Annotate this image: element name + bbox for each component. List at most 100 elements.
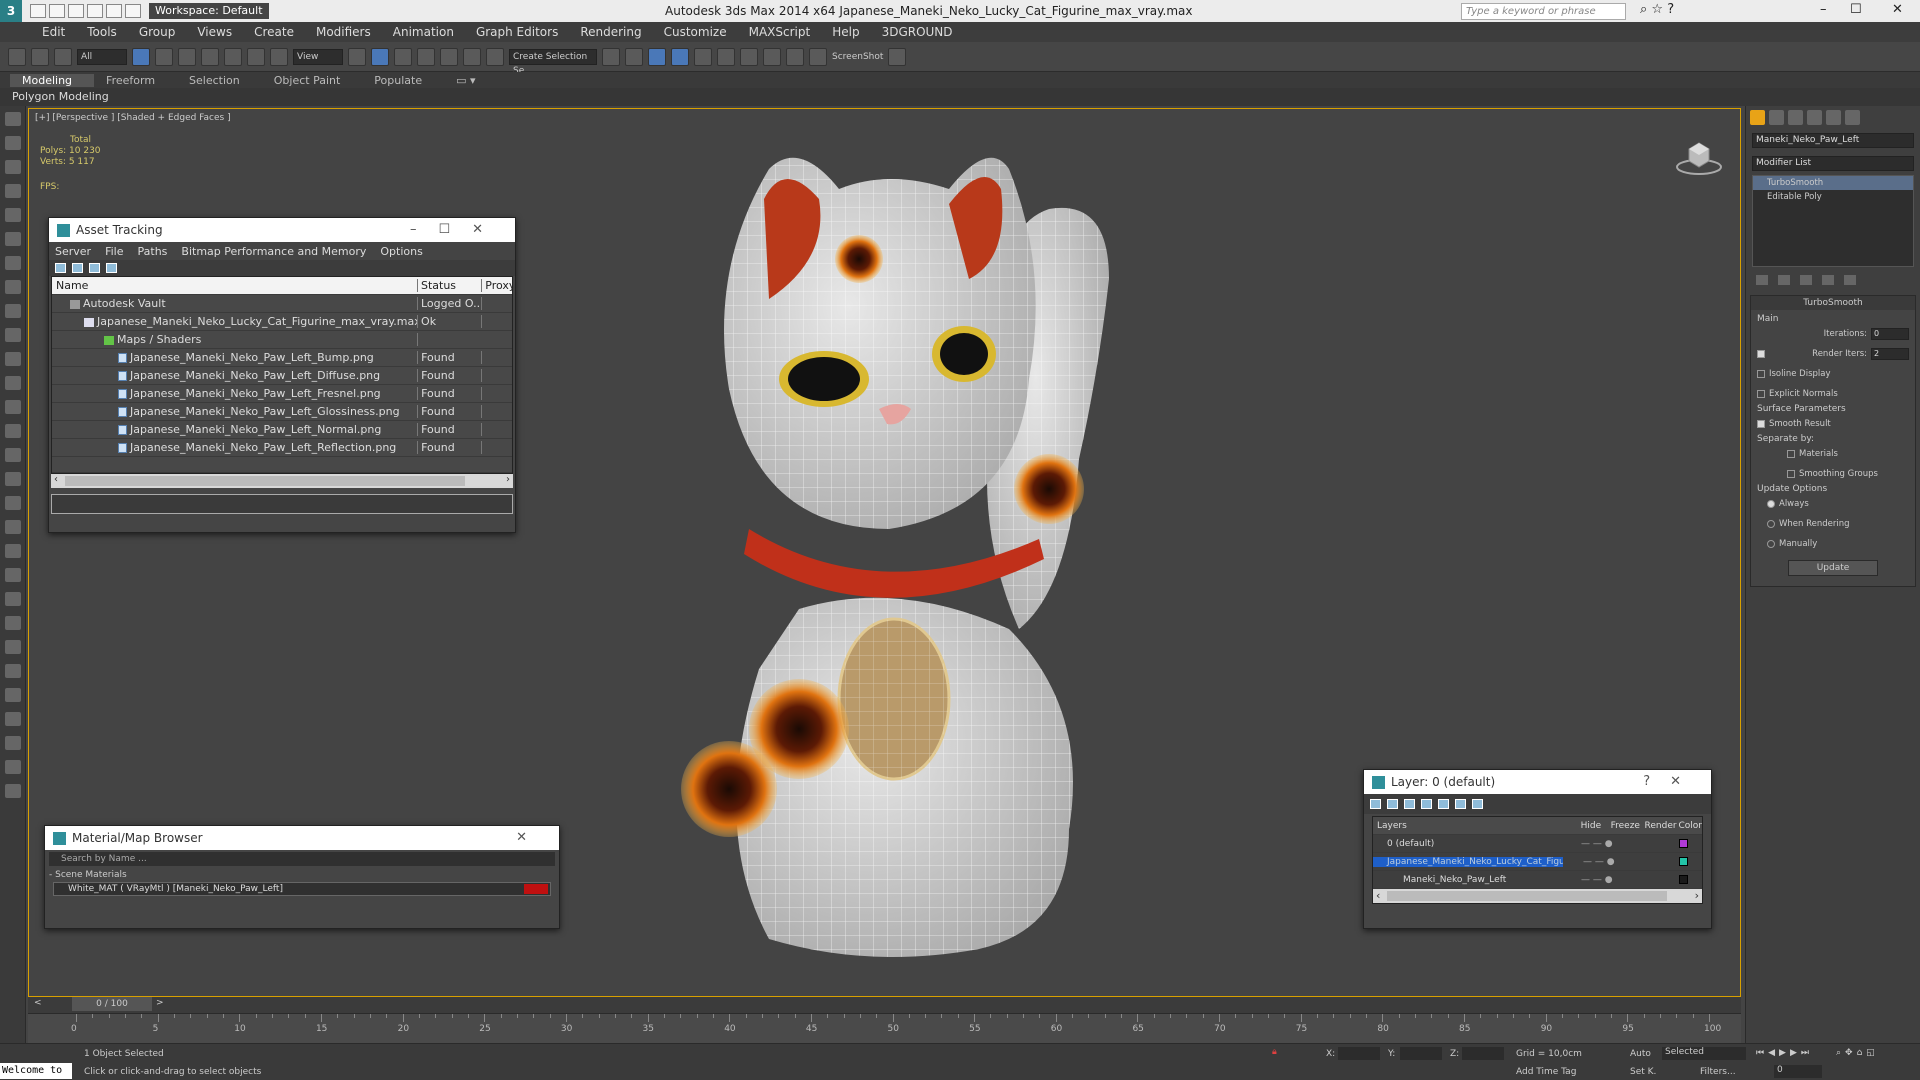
layer-scroll-left-icon[interactable]: ‹	[1376, 889, 1380, 902]
render-iters-checkbox[interactable]	[1757, 350, 1765, 358]
mirror-icon[interactable]	[602, 47, 620, 66]
align-icon[interactable]	[625, 47, 643, 66]
rotate-icon[interactable]	[247, 47, 265, 66]
update-button[interactable]: Update	[1788, 560, 1878, 576]
at-menu-options[interactable]: Options	[380, 245, 422, 258]
table-row[interactable]: Japanese_Maneki_Neko_Paw_Left_Fresnel.pn…	[52, 385, 512, 403]
layer-col-freeze[interactable]: Freeze	[1611, 821, 1645, 831]
menu-views[interactable]: Views	[197, 25, 232, 39]
layer-scroll-thumb[interactable]	[1387, 891, 1667, 901]
layer-color-swatch[interactable]	[1679, 839, 1688, 848]
table-view-icon[interactable]	[89, 263, 100, 273]
at-menu-paths[interactable]: Paths	[138, 245, 168, 258]
menu-rendering[interactable]: Rendering	[580, 25, 641, 39]
current-frame-field[interactable]: 0	[1774, 1065, 1822, 1078]
schematic-view-icon[interactable]	[717, 47, 735, 66]
named-selection-dropdown[interactable]: Create Selection Se	[509, 48, 597, 76]
material-browser-close-icon[interactable]: ✕	[516, 830, 549, 845]
at-menu-server[interactable]: Server	[55, 245, 91, 258]
table-row[interactable]: Maps / Shaders	[52, 331, 512, 349]
tool-7-icon[interactable]	[5, 256, 21, 270]
tool-28-icon[interactable]	[5, 760, 21, 774]
render-iters-spinner[interactable]: 2	[1871, 348, 1909, 360]
tool-12-icon[interactable]	[5, 376, 21, 390]
layer-scroll-right-icon[interactable]: ›	[1695, 889, 1699, 902]
layer-manager-icon[interactable]	[648, 47, 666, 66]
tab-selection[interactable]: Selection	[177, 74, 262, 87]
scene-materials-section[interactable]: - Scene Materials	[49, 870, 555, 880]
tool-5-icon[interactable]	[5, 208, 21, 222]
iterations-spinner[interactable]: 0	[1871, 328, 1909, 340]
column-status[interactable]: Status	[418, 279, 483, 292]
window-crossing-icon[interactable]	[201, 47, 219, 66]
layer-row[interactable]: Maneki_Neko_Paw_Left — — ●	[1373, 871, 1702, 889]
y-field[interactable]	[1400, 1047, 1442, 1060]
link-icon[interactable]	[8, 47, 26, 66]
menu-modifiers[interactable]: Modifiers	[316, 25, 371, 39]
hierarchy-tab-icon[interactable]	[1788, 110, 1803, 125]
tool-22-icon[interactable]	[5, 616, 21, 630]
viewport-navigation-icons[interactable]: ⌕✥⌂◱	[1836, 1048, 1879, 1058]
remove-modifier-icon[interactable]	[1822, 275, 1834, 285]
time-slider[interactable]: < 0 / 100 >	[28, 997, 1741, 1013]
search-input[interactable]: Type a keyword or phrase	[1461, 3, 1626, 20]
tool-15-icon[interactable]	[5, 448, 21, 462]
tool-18-icon[interactable]	[5, 520, 21, 534]
z-field[interactable]	[1462, 1047, 1504, 1060]
table-row[interactable]: Japanese_Maneki_Neko_Paw_Left_Bump.png F…	[52, 349, 512, 367]
undo-icon[interactable]	[87, 4, 103, 18]
percent-snap-icon[interactable]	[440, 47, 458, 66]
ribbon-polygon-modeling[interactable]: Polygon Modeling	[0, 88, 1920, 106]
tool-13-icon[interactable]	[5, 400, 21, 414]
tool-6-icon[interactable]	[5, 232, 21, 246]
spinner-snap-icon[interactable]	[463, 47, 481, 66]
layer-manager-titlebar[interactable]: Layer: 0 (default) ?✕	[1364, 770, 1711, 794]
tool-23-icon[interactable]	[5, 640, 21, 654]
screenshot-label[interactable]: ScreenShot	[832, 52, 883, 62]
maximize-icon[interactable]: ☐	[1850, 2, 1862, 17]
trackbar[interactable]: 0 5 10 15 20 25 30 35 40 45 50 55 60 65 70 75 80 85 90 95 10…	[28, 1013, 1741, 1043]
reference-coordinate-dropdown[interactable]: View	[293, 48, 343, 65]
motion-tab-icon[interactable]	[1807, 110, 1822, 125]
asset-table-scrollbar[interactable]: ‹ ›	[51, 474, 513, 488]
workspace-dropdown[interactable]: Workspace: Default	[149, 3, 269, 19]
tool-27-icon[interactable]	[5, 736, 21, 750]
at-menu-bitmap[interactable]: Bitmap Performance and Memory	[181, 245, 366, 258]
menu-maxscript[interactable]: MAXScript	[749, 25, 811, 39]
key-filter-dropdown[interactable]: Selected	[1662, 1047, 1746, 1060]
freeze-all-icon[interactable]	[1472, 799, 1483, 809]
viewcube-icon[interactable]	[1674, 137, 1724, 177]
angle-snap-icon[interactable]	[417, 47, 435, 66]
display-tab-icon[interactable]	[1826, 110, 1841, 125]
list-view-icon[interactable]	[72, 263, 83, 273]
make-unique-icon[interactable]	[1800, 275, 1812, 285]
layer-col-hide[interactable]: Hide	[1581, 821, 1611, 831]
table-row[interactable]: Japanese_Maneki_Neko_Paw_Left_Diffuse.pn…	[52, 367, 512, 385]
tool-29-icon[interactable]	[5, 784, 21, 798]
menu-create[interactable]: Create	[254, 25, 294, 39]
render-icon[interactable]	[809, 47, 827, 66]
layer-scrollbar[interactable]: ‹ ›	[1373, 889, 1702, 903]
layer-flags[interactable]: — — ●	[1581, 875, 1679, 885]
tool-16-icon[interactable]	[5, 472, 21, 486]
select-by-name-icon[interactable]	[155, 47, 173, 66]
layer-col-render[interactable]: Render	[1645, 821, 1679, 831]
hide-all-icon[interactable]	[1455, 799, 1466, 809]
refresh-icon[interactable]	[55, 263, 66, 273]
maxscript-listener[interactable]: Welcome to	[0, 1063, 72, 1079]
bind-spacewarp-icon[interactable]	[54, 47, 72, 66]
lock-selection-icon[interactable]: 🔒︎	[1272, 1047, 1277, 1057]
frame-counter[interactable]: 0 / 100	[72, 997, 152, 1011]
layer-flags[interactable]: — — ●	[1563, 857, 1679, 867]
tool-11-icon[interactable]	[5, 352, 21, 366]
configure-sets-icon[interactable]	[1844, 275, 1856, 285]
scale-icon[interactable]	[270, 47, 288, 66]
material-browser-titlebar[interactable]: Material/Map Browser ✕	[45, 826, 559, 850]
infocenter-icons[interactable]: ⌕ ☆ ?	[1640, 2, 1674, 17]
menu-3dground[interactable]: 3DGROUND	[882, 25, 953, 39]
always-radio[interactable]	[1767, 500, 1775, 508]
tool-14-icon[interactable]	[5, 424, 21, 438]
redo-icon[interactable]	[106, 4, 122, 18]
utilities-tab-icon[interactable]	[1845, 110, 1860, 125]
curve-editor-icon[interactable]	[694, 47, 712, 66]
